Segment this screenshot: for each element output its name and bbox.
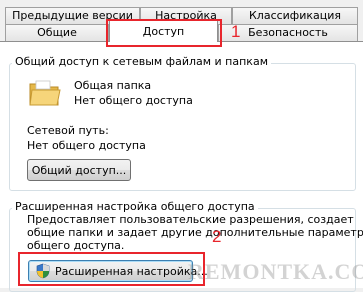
watermark-text: REMONTKA.COM <box>188 259 363 284</box>
advanced-description-line3: общего доступа. <box>27 239 125 252</box>
share-button-label: Общий доступ... <box>31 163 127 177</box>
tab-general[interactable]: Общие <box>5 24 109 42</box>
folder-share-status: Нет общего доступа <box>74 94 193 107</box>
network-sharing-group-title: Общий доступ к сетевым файлам и папкам <box>12 55 271 68</box>
advanced-description-line1: Предоставляет пользовательские разрешени… <box>27 213 354 226</box>
folder-icon <box>28 78 62 108</box>
share-button[interactable]: Общий доступ... <box>27 159 131 181</box>
highlight-advanced-button <box>18 252 205 286</box>
annotation-marker-2: 2 <box>212 227 222 246</box>
tab-classification[interactable]: Классификация <box>232 7 358 24</box>
advanced-sharing-group-title: Расширенная настройка общего доступа <box>12 200 258 213</box>
network-path-label: Сетевой путь: <box>27 124 109 137</box>
advanced-description-line2: общие папки и задает другие дополнительн… <box>27 226 363 239</box>
highlight-sharing-tab <box>106 19 222 47</box>
folder-name: Общая папка <box>74 79 152 92</box>
network-path-value: Нет общего доступа <box>27 139 146 152</box>
annotation-marker-1: 1 <box>231 22 241 41</box>
